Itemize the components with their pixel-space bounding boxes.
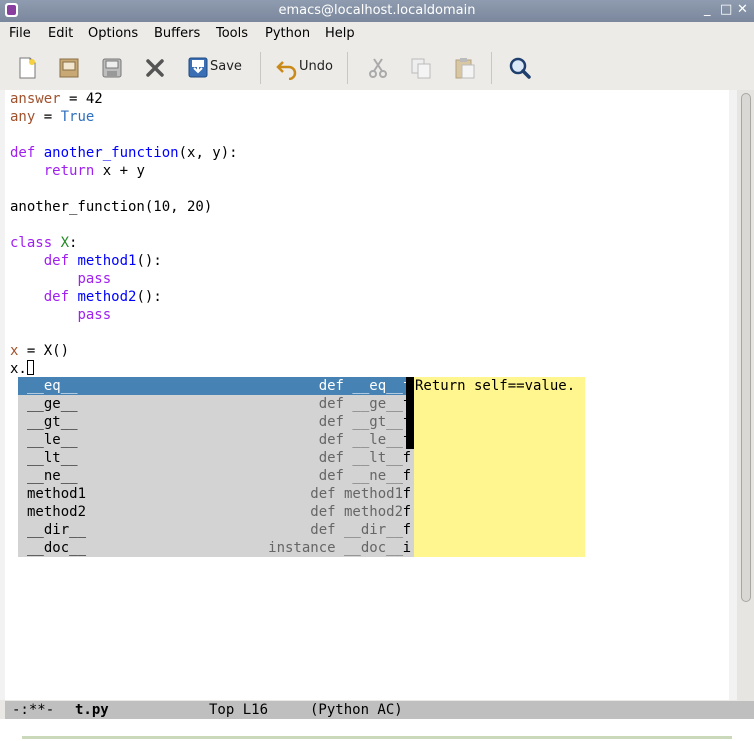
completion-item[interactable]: method2 def method2 f [18,503,414,521]
completion-item[interactable]: method1 def method1 f [18,485,414,503]
completion-item[interactable]: __ne__ def __ne__ f [18,467,414,485]
code-line-9: class X: [10,235,78,251]
menu-python[interactable]: Python [265,26,310,41]
completion-doc-text: Return self==value. [415,378,576,394]
completion-item-summary: def __le__ [318,432,403,448]
open-folder-icon[interactable] [57,56,81,80]
new-file-icon[interactable] [15,56,39,80]
completion-item-type: f [402,504,411,520]
completion-popup: __eq__ def __eq__f __ge__ def __ge__f __gt__… [18,377,414,557]
menu-buffers[interactable]: Buffers [154,26,200,41]
code-line-11: pass [77,271,112,287]
completion-item[interactable]: __dir__ def __dir__ f [18,521,414,539]
completion-item[interactable]: __gt__def __gt__f [18,413,414,431]
completion-item[interactable]: __ge__def __ge__f [18,395,414,413]
modeline-position: Top L16 [209,702,269,718]
code-line-4: def another_function(x, y): [10,145,238,161]
save-icon[interactable] [187,56,209,80]
completion-item-type: f [402,522,411,538]
code-line-12: def method2(): [43,289,162,305]
window-title: emacs@localhost.localdomain [278,3,476,18]
completion-item[interactable]: __le__def __le__f [18,431,414,449]
paste-icon[interactable] [453,56,477,80]
completion-item[interactable]: __lt__ def __lt__ f [18,449,414,467]
completion-item[interactable]: __eq__def __eq__f [18,377,414,395]
save-button-label[interactable]: Save [210,59,242,74]
completion-item-summary: def __gt__ [318,414,403,430]
completion-item-name: __doc__ [27,540,87,556]
completion-item-type: f [402,486,411,502]
code-line-10: def method1(): [43,253,162,269]
completion-item-name: __gt__ [27,414,78,430]
code-line-5: return x + y [43,163,145,179]
completion-item-name: method1 [27,486,87,502]
close-icon[interactable] [143,56,167,80]
completion-item-summary: def __eq__ [318,378,403,394]
completion-item-name: __ge__ [27,396,78,412]
close-window-button[interactable]: ✕ [737,2,748,17]
code-line-13: pass [77,307,112,323]
modeline-status: -:**- [12,702,55,718]
toolbar-separator [347,52,348,84]
completion-item-type: i [402,540,411,556]
menu-edit[interactable]: Edit [48,26,73,41]
completion-item-summary: def __lt__ [318,450,403,466]
completion-item-name: method2 [27,504,87,520]
completion-item-summary: instance __doc__ [268,540,403,556]
toolbar-separator [260,52,261,84]
completion-item-type: f [402,450,411,466]
code-line-1: answer = 42 [10,91,103,107]
completion-scrollbar[interactable] [406,377,414,449]
cut-icon[interactable] [366,56,390,80]
mode-line: -:**- t.py Top L16 (Python AC) [5,701,754,719]
completion-item-summary: def method2 [310,504,403,520]
right-fringe [729,90,737,700]
code-line-2: any = True [10,109,95,125]
modeline-mode[interactable]: (Python AC) [310,701,403,719]
toolbar-separator [491,52,492,84]
completion-item-summary: def __ge__ [318,396,403,412]
minimize-button[interactable]: _ [704,2,711,17]
code-line-16: x. [10,361,27,377]
completion-item-name: __ne__ [27,468,78,484]
toolbar: Save Undo [0,46,754,90]
menu-tools[interactable]: Tools [216,26,248,41]
completion-item[interactable]: __doc__ instance __doc__ i [18,539,414,557]
search-icon[interactable] [508,56,532,80]
undo-icon[interactable] [275,56,299,80]
completion-item-summary: def __dir__ [310,522,403,538]
completion-item-name: __eq__ [27,378,78,394]
completion-item-summary: def method1 [310,486,403,502]
completion-doc-tooltip: Return self==value. [414,377,585,557]
vertical-scrollbar[interactable] [737,90,754,701]
code-line-15: x = X() [10,343,70,359]
completion-item-summary: def __ne__ [318,468,403,484]
completion-item-type: f [402,468,411,484]
menu-bar: File Edit Options Buffers Tools Python H… [0,22,754,46]
text-cursor [27,360,34,375]
completion-item-name: __dir__ [27,522,87,538]
menu-options[interactable]: Options [88,26,138,41]
undo-button-label[interactable]: Undo [299,59,333,74]
code-line-7: another_function(10, 20) [10,199,213,215]
modeline-buffer-name[interactable]: t.py [75,701,109,719]
copy-icon[interactable] [409,56,433,80]
menu-file[interactable]: File [9,26,31,41]
save-buffer-icon[interactable] [100,56,124,80]
title-bar: emacs@localhost.localdomain _ □ ✕ [0,0,754,22]
bottom-border [22,736,732,739]
menu-help[interactable]: Help [325,26,355,41]
completion-item-name: __lt__ [27,450,78,466]
completion-item-name: __le__ [27,432,78,448]
maximize-button[interactable]: □ [720,2,732,17]
scrollbar-thumb[interactable] [741,93,751,602]
